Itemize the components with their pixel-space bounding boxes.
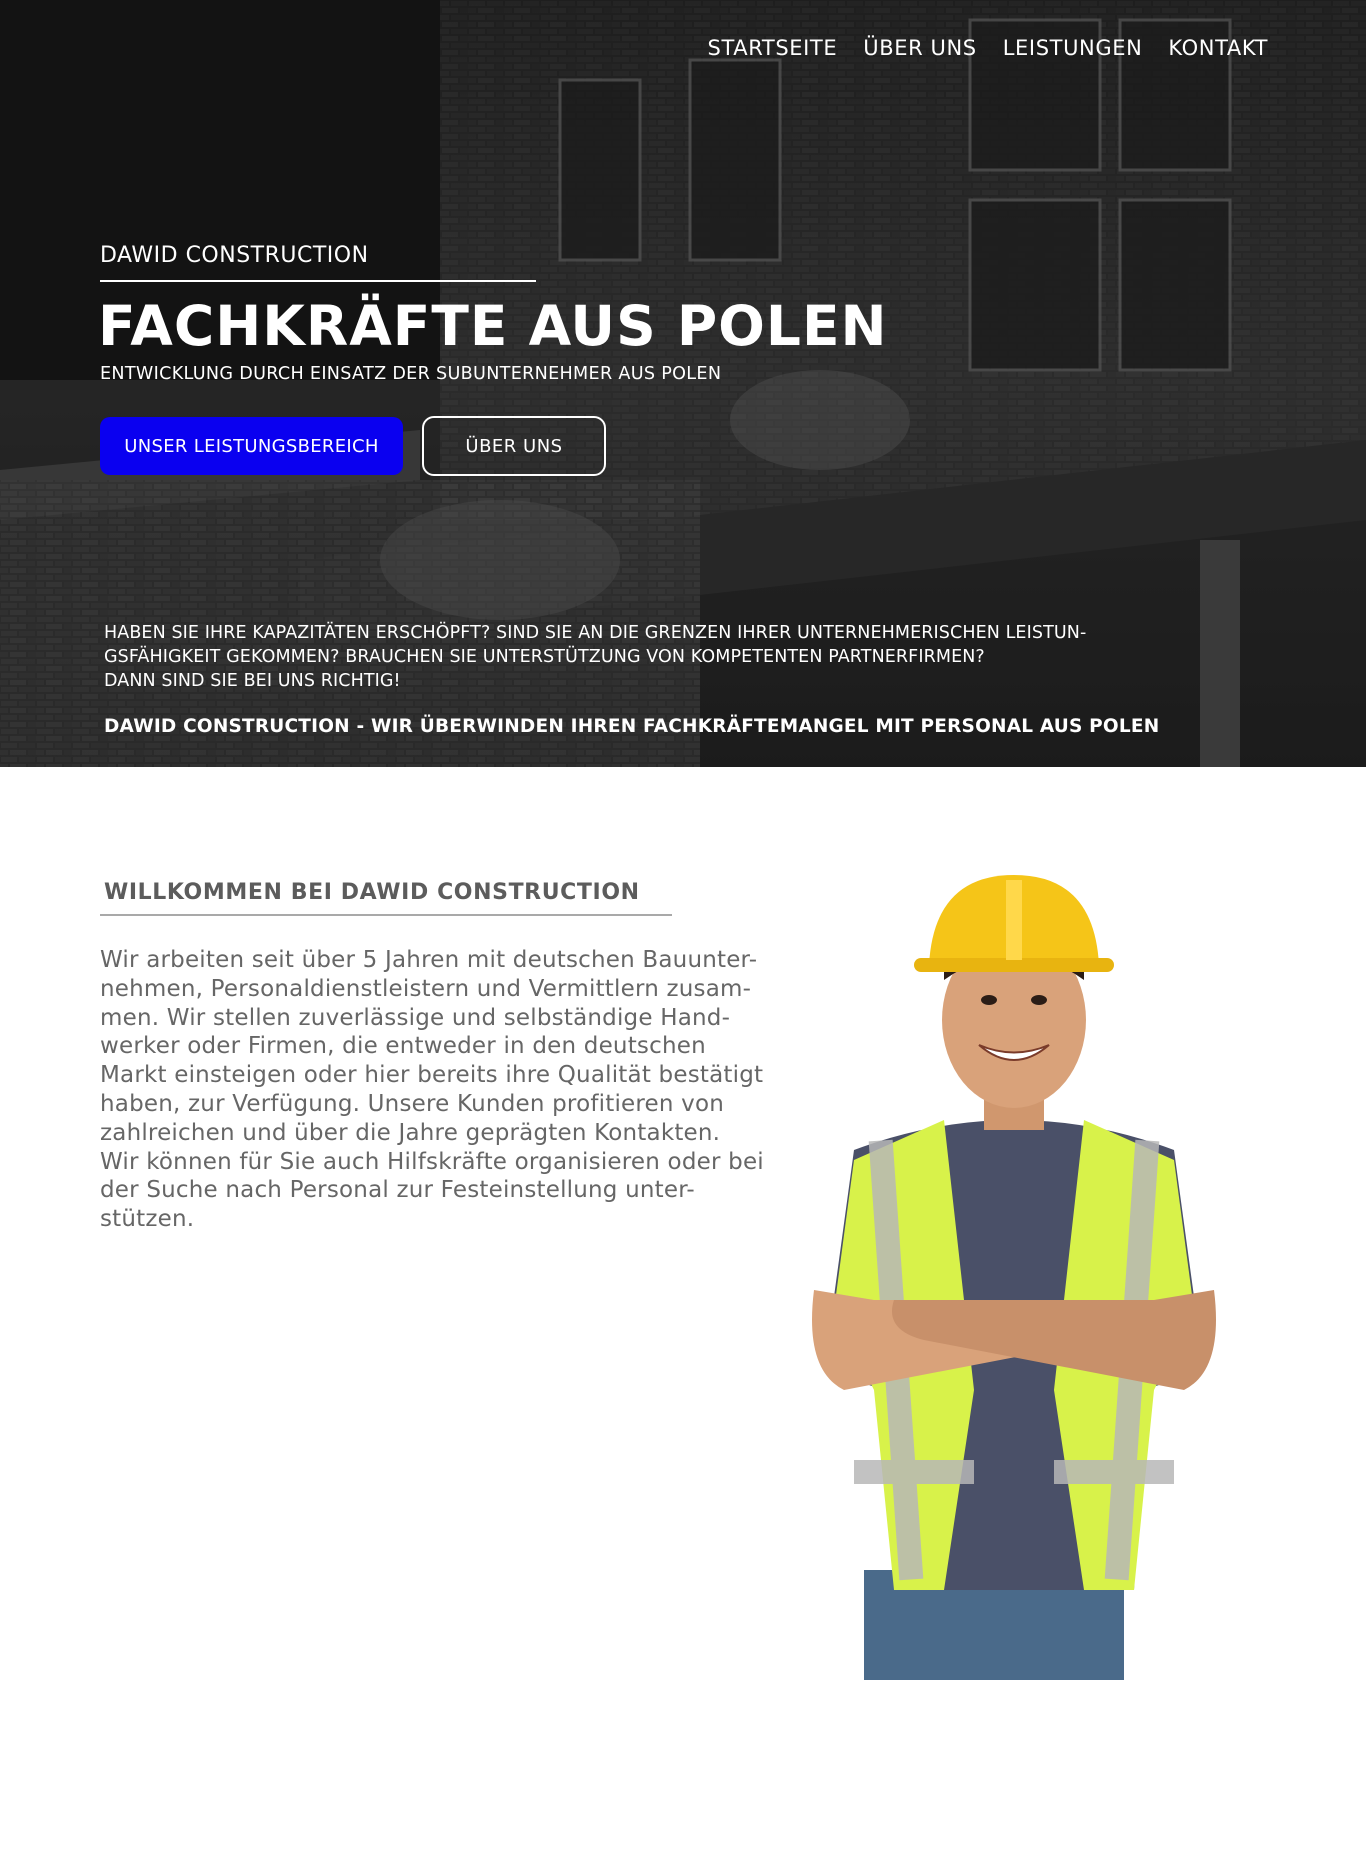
about-line: Wir arbeiten seit über 5 Jahren mit deut… [100,947,758,973]
about-line: Markt einsteigen oder hier bereits ihre … [100,1062,764,1089]
about-line: werker oder Firmen, die entweder in den … [100,1033,706,1060]
main-navigation: STARTSEITE ÜBER UNS LEISTUNGEN KONTAKT [708,36,1268,60]
about-line: stützen. [100,1206,195,1233]
about-line: men. Wir stellen zuverlässige und selbst… [100,1004,731,1031]
nav-item-startseite[interactable]: STARTSEITE [708,36,838,60]
hero-section: STARTSEITE ÜBER UNS LEISTUNGEN KONTAKT D… [0,0,1366,767]
nav-item-kontakt[interactable]: KONTAKT [1168,36,1268,60]
about-line: zahlreichen und über die Jahre geprägten… [100,1119,721,1146]
about-paragraph: Wir arbeiten seit über 5 Jahren mit deut… [100,946,800,1234]
welcome-heading-rest: DAWID CONSTRUCTION [332,880,640,905]
welcome-heading-bold: WILLKOMMEN BEI [104,880,333,905]
hero-tagline: DAWID CONSTRUCTION - WIR ÜBERWINDEN IHRE… [104,716,1160,737]
hero-intro-text: HABEN SIE IHRE KAPAZITÄTEN ERSCHÖPFT? SI… [104,621,1294,693]
nav-item-leistungen[interactable]: LEISTUNGEN [1003,36,1143,60]
about-line: Wir können für Sie auch Hilfskräfte orga… [100,1148,764,1175]
about-line: haben, zur Verfügung. Unsere Kunden prof… [100,1090,725,1117]
construction-worker-image [812,875,1216,1680]
hero-text-line: DANN SIND SIE BEI UNS RICHTIG! [104,671,401,691]
hero-subtitle: ENTWICKLUNG DURCH EINSATZ DER SUBUNTERNE… [100,364,722,384]
about-line: der Suche nach Personal zur Festeinstell… [100,1177,695,1204]
brand-divider [100,280,536,282]
welcome-divider [100,914,672,916]
nav-item-ueber-uns[interactable]: ÜBER UNS [863,36,977,60]
hero-title: FACHKRÄFTE AUS POLEN [98,294,888,358]
about-line: nehmen, Personaldienstleistern und Vermi… [100,975,752,1002]
hero-text-line: HABEN SIE IHRE KAPAZITÄTEN ERSCHÖPFT? SI… [104,623,1087,643]
services-button[interactable]: UNSER LEISTUNGSBEREICH [100,417,403,475]
brand-name: DAWID CONSTRUCTION [100,243,369,268]
welcome-heading: WILLKOMMEN BEI DAWID CONSTRUCTION [104,880,640,905]
about-us-button[interactable]: ÜBER UNS [422,416,606,476]
hero-text-line: GSFÄHIGKEIT GEKOMMEN? BRAUCHEN SIE UNTER… [104,647,985,667]
